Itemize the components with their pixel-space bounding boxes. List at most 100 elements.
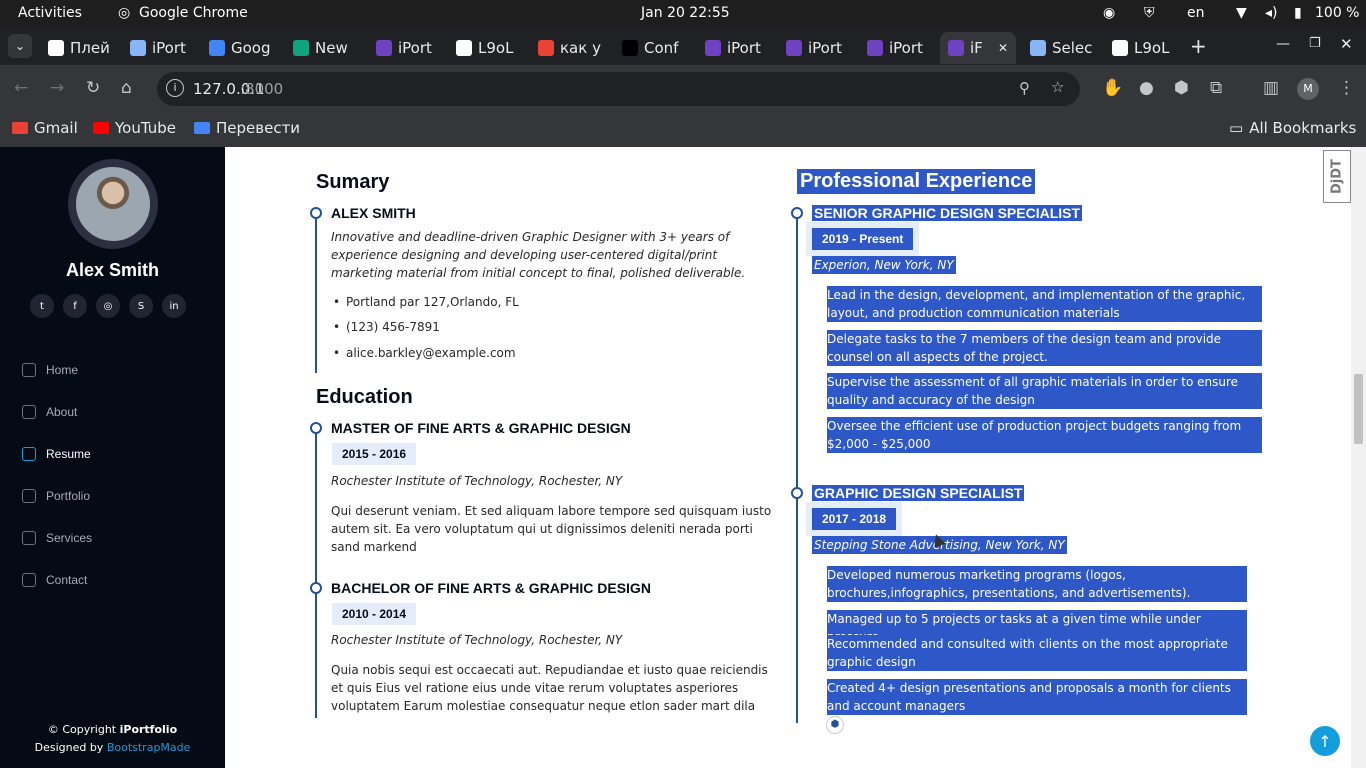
nav-item-portfolio[interactable]: Portfolio <box>22 475 92 517</box>
zoom-icon[interactable]: ⚲ <box>1019 79 1030 97</box>
browser-tab[interactable]: Плей <box>40 32 112 64</box>
job-place: Experion, New York, NY <box>812 256 956 274</box>
extensions-puzzle-icon[interactable]: ⧉ <box>1210 78 1222 98</box>
nav-item-home[interactable]: Home <box>22 349 92 391</box>
keyboard-layout[interactable]: en <box>1187 5 1205 21</box>
bookmark-item[interactable]: Перевести <box>194 119 300 137</box>
scrollbar-thumb[interactable] <box>1354 374 1363 444</box>
twitter-icon[interactable]: t <box>30 294 54 318</box>
education-school: Rochester Institute of Technology, Roche… <box>331 474 623 488</box>
job-role: SENIOR GRAPHIC DESIGN SPECIALIST <box>812 205 1083 221</box>
browser-tab[interactable]: Conf <box>614 32 690 64</box>
all-bookmarks[interactable]: ▭ All Bookmarks <box>1229 119 1356 137</box>
tab-favicon-icon <box>376 40 392 56</box>
nav-item-resume[interactable]: Resume <box>22 433 92 475</box>
nav-item-contact[interactable]: Contact <box>22 559 92 601</box>
forward-icon[interactable]: → <box>50 78 64 98</box>
bookmark-star-icon[interactable]: ☆ <box>1051 78 1064 96</box>
activities-button[interactable]: Activities <box>18 5 82 21</box>
browser-tab[interactable]: iPort <box>697 32 771 64</box>
browser-tab[interactable]: iPort <box>122 32 194 64</box>
bookmark-item[interactable]: Gmail <box>12 119 78 137</box>
skype-icon[interactable]: S <box>129 294 153 318</box>
browser-tab[interactable]: iPort <box>368 32 442 64</box>
job-bullet: Created 4+ design presentations and prop… <box>814 679 1247 715</box>
back-icon[interactable]: ← <box>14 78 28 98</box>
tab-title: L9oL <box>478 39 514 57</box>
address-bar[interactable]: i 127.0.0.1 :8000 ⚲ ☆ <box>157 72 1080 106</box>
browser-tab[interactable]: как у <box>530 32 608 64</box>
tab-title: L9oL <box>1134 39 1170 57</box>
timeline-dot <box>791 487 803 499</box>
wifi-icon[interactable]: ▼ <box>1236 5 1247 21</box>
browser-tab[interactable]: L9oL <box>448 32 524 64</box>
browser-tab[interactable]: iPort <box>778 32 852 64</box>
volume-icon[interactable]: ◂) <box>1265 5 1278 21</box>
extension-circle-icon[interactable]: ● <box>1139 78 1154 98</box>
education-degree: MASTER OF FINE ARTS & GRAPHIC DESIGN <box>331 420 631 436</box>
education-degree: BACHELOR OF FINE ARTS & GRAPHIC DESIGN <box>331 580 651 596</box>
tab-title: iPort <box>889 39 923 57</box>
facebook-icon[interactable]: f <box>63 294 87 318</box>
maximize-button[interactable]: ❐ <box>1309 36 1321 51</box>
summary-description: Innovative and deadline-driven Graphic D… <box>331 230 746 280</box>
instagram-icon[interactable]: ◎ <box>96 294 120 318</box>
bookmark-item[interactable]: YouTube <box>93 119 176 137</box>
timeline-dot <box>310 422 322 434</box>
profile-avatar[interactable]: M <box>1297 78 1319 100</box>
tray-shield-icon[interactable]: ⛨ <box>1144 5 1155 21</box>
tab-favicon-icon <box>705 40 721 56</box>
profile-name: Alex Smith <box>65 260 160 280</box>
clock[interactable]: Jan 20 22:55 <box>641 5 730 21</box>
extension-hex-icon[interactable]: ⬢ <box>1174 78 1189 98</box>
education-period: 2010 - 2014 <box>332 603 417 625</box>
tray-globe-icon[interactable]: ◉ <box>1103 5 1115 21</box>
tab-strip: ⌄ Плей iPort Goog New iPort L9oL как у Conf iPor… <box>0 28 1366 65</box>
site-info-icon[interactable]: i <box>166 79 184 97</box>
nav-label: Portfolio <box>46 489 91 503</box>
browser-tab[interactable]: L9oL <box>1104 32 1180 64</box>
tab-favicon-icon <box>456 40 472 56</box>
tab-favicon-icon <box>130 40 146 56</box>
bookmarks-bar: Gmail YouTube Перевести ▭ All Bookmarks <box>0 113 1366 147</box>
browser-tab[interactable]: iPort <box>859 32 933 64</box>
copyright-text: © Copyright <box>47 723 120 736</box>
nav-label: Resume <box>46 447 91 461</box>
browser-tab[interactable]: New <box>285 32 361 64</box>
tab-title: iPort <box>808 39 842 57</box>
extension-hand-icon[interactable]: ✋ <box>1102 78 1123 98</box>
tab-favicon-icon <box>48 40 64 56</box>
house-icon <box>22 363 36 377</box>
battery-icon[interactable]: ▮ <box>1294 5 1302 21</box>
education-timeline-line <box>315 428 317 718</box>
tab-title: New <box>315 39 348 57</box>
tab-favicon-icon <box>293 40 309 56</box>
menu-icon[interactable]: ⋮ <box>1338 78 1355 98</box>
side-panel-icon[interactable]: ▥ <box>1263 78 1279 98</box>
nav-item-about[interactable]: About <box>22 391 92 433</box>
home-icon[interactable]: ⌂ <box>121 78 132 98</box>
close-tab-icon[interactable]: ✕ <box>998 41 1008 55</box>
timeline-dot <box>791 207 803 219</box>
designer-link[interactable]: BootstrapMade <box>107 741 191 754</box>
extension-badge-icon[interactable]: ⬢ <box>826 716 844 734</box>
page-scrollbar[interactable] <box>1351 147 1366 768</box>
linkedin-icon[interactable]: in <box>162 294 186 318</box>
tab-favicon-icon <box>1030 40 1046 56</box>
minimize-button[interactable]: — <box>1276 36 1290 52</box>
browser-tab[interactable]: Goog <box>201 32 277 64</box>
reload-icon[interactable]: ↻ <box>86 78 100 98</box>
url-port: :8000 <box>240 80 284 98</box>
close-window-button[interactable]: ✕ <box>1340 35 1353 53</box>
django-debug-toolbar-handle[interactable]: DjDT <box>1323 150 1351 203</box>
tab-search-button[interactable]: ⌄ <box>8 34 32 58</box>
new-tab-button[interactable]: + <box>1190 34 1207 58</box>
browser-tab[interactable]: Selec <box>1022 32 1098 64</box>
summary-name: ALEX SMITH <box>331 205 416 221</box>
summary-timeline-line <box>315 213 317 373</box>
experience-title: Professional Experience <box>797 169 1036 194</box>
nav-item-services[interactable]: Services <box>22 517 92 559</box>
browser-tab[interactable]: iF ✕ <box>940 32 1016 64</box>
app-name[interactable]: Google Chrome <box>139 5 248 21</box>
back-to-top-button[interactable]: ↑ <box>1310 726 1340 756</box>
